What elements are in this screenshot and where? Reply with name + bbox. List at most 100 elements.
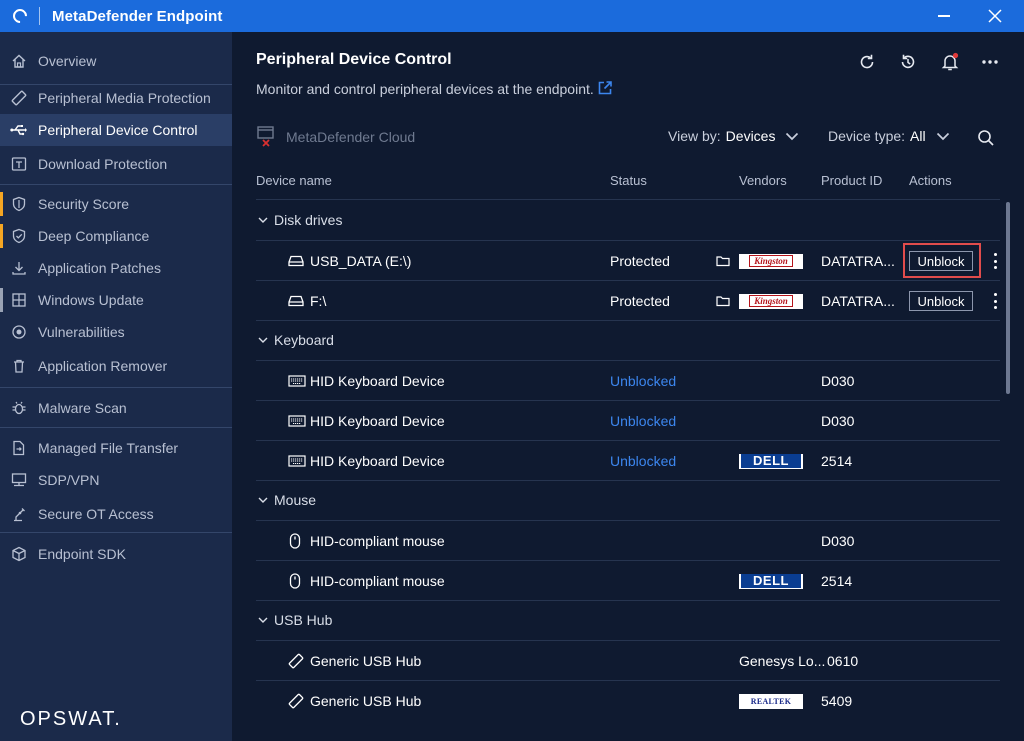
table-row[interactable]: HID Keyboard Device Unblocked DELL 2514 — [256, 441, 1000, 481]
row-more-icon[interactable] — [993, 293, 997, 309]
refresh-button[interactable] — [856, 51, 878, 73]
sidebar-item-endpoint-sdk[interactable]: Endpoint SDK — [0, 538, 232, 570]
table-row[interactable]: USB_DATA (E:\) Protected Kingston DATATR… — [256, 241, 1000, 281]
device-name: Generic USB Hub — [310, 653, 422, 669]
sidebar-divider — [0, 387, 232, 388]
column-header-vendors[interactable]: Vendors — [739, 173, 787, 188]
group-usb-hub[interactable]: USB Hub — [258, 612, 332, 628]
table-row[interactable]: F:\ Protected Kingston DATATRA... Unbloc… — [256, 281, 1000, 321]
device-name: HID-compliant mouse — [310, 573, 445, 589]
sidebar-item-download-protection[interactable]: Download Protection — [0, 148, 232, 180]
device-type-dropdown[interactable]: Device type: All — [828, 128, 950, 144]
sidebar-item-malware-scan[interactable]: Malware Scan — [0, 392, 232, 424]
view-by-dropdown[interactable]: View by: Devices — [668, 128, 799, 144]
vendor-logo-dell: DELL — [739, 561, 803, 601]
sidebar-divider — [0, 532, 232, 533]
sidebar-item-application-patches[interactable]: Application Patches — [0, 252, 232, 284]
bug-icon — [10, 399, 28, 417]
sidebar-item-label: Endpoint SDK — [38, 546, 126, 562]
usb-stick-icon — [288, 693, 306, 709]
table-row[interactable]: HID Keyboard Device Unblocked D030 — [256, 361, 1000, 401]
sidebar-item-label: SDP/VPN — [38, 472, 100, 488]
vendor-logo-kingston: Kingston — [739, 281, 803, 321]
main-panel: Peripheral Device Control Monitor and co… — [232, 32, 1024, 741]
sidebar-item-deep-compliance[interactable]: Deep Compliance — [0, 220, 232, 252]
sidebar-item-application-remover[interactable]: Application Remover — [0, 350, 232, 382]
keyboard-icon — [288, 455, 306, 467]
sidebar-item-windows-update[interactable]: Windows Update — [0, 284, 232, 316]
download-icon — [10, 259, 28, 277]
mouse-icon — [288, 533, 306, 549]
search-button[interactable] — [975, 127, 997, 149]
table-row[interactable]: HID Keyboard Device Unblocked D030 — [256, 401, 1000, 441]
external-link-icon[interactable] — [597, 80, 613, 96]
sidebar-item-label: Managed File Transfer — [38, 440, 179, 456]
bell-icon — [941, 52, 959, 71]
group-disk-drives[interactable]: Disk drives — [258, 212, 342, 228]
table-row[interactable]: HID-compliant mouse D030 — [256, 521, 1000, 561]
open-folder-icon[interactable] — [716, 281, 730, 321]
sidebar-divider — [0, 184, 232, 185]
divider — [256, 600, 1000, 601]
chevron-down-icon — [936, 132, 949, 140]
group-label: Disk drives — [274, 212, 343, 228]
close-window-button[interactable] — [972, 0, 1018, 32]
title-separator — [39, 7, 40, 25]
sidebar-item-label: Security Score — [38, 196, 130, 212]
chevron-down-icon — [786, 132, 799, 140]
view-by-value: Devices — [725, 128, 776, 144]
history-button[interactable] — [897, 51, 919, 73]
unblock-button[interactable]: Unblock — [909, 291, 973, 311]
sidebar-item-label: Malware Scan — [38, 400, 127, 416]
status-flag — [0, 288, 3, 312]
open-folder-icon[interactable] — [716, 241, 730, 281]
sidebar-item-vulnerabilities[interactable]: Vulnerabilities — [0, 316, 232, 348]
minimize-button[interactable] — [921, 0, 967, 32]
keyboard-icon — [288, 375, 306, 387]
sidebar-item-peripheral-media-protection[interactable]: Peripheral Media Protection — [0, 82, 232, 114]
column-header-actions: Actions — [909, 173, 952, 188]
cube-icon — [10, 545, 28, 563]
column-header-device-name[interactable]: Device name — [256, 173, 332, 188]
drive-icon — [288, 255, 306, 267]
device-status: Unblocked — [610, 413, 677, 429]
group-mouse[interactable]: Mouse — [258, 492, 316, 508]
divider — [256, 320, 1000, 321]
divider — [256, 199, 1000, 200]
device-name: HID-compliant mouse — [310, 533, 445, 549]
sidebar-item-label: Secure OT Access — [38, 506, 154, 522]
more-horizontal-icon — [982, 60, 998, 64]
chevron-down-icon — [258, 337, 268, 343]
vendor-logo-dell: DELL — [739, 441, 803, 481]
row-more-icon[interactable] — [993, 253, 997, 269]
mouse-icon — [288, 573, 306, 589]
table-row[interactable]: HID-compliant mouse DELL 2514 — [256, 561, 1000, 601]
device-name: HID Keyboard Device — [310, 413, 445, 429]
table-row[interactable]: Generic USB Hub REALTEK 5409 — [256, 681, 1000, 721]
column-header-product-id[interactable]: Product ID — [821, 173, 882, 188]
page-title: Peripheral Device Control — [256, 51, 452, 68]
unblock-button[interactable]: Unblock — [909, 251, 973, 271]
sidebar-item-overview[interactable]: Overview — [0, 45, 232, 77]
device-status: Unblocked — [610, 453, 677, 469]
device-status: Unblocked — [610, 373, 677, 389]
more-options-button[interactable] — [979, 51, 1001, 73]
bug-target-icon — [10, 323, 28, 341]
sidebar-item-security-score[interactable]: Security Score — [0, 188, 232, 220]
cloud-label: MetaDefender Cloud — [286, 129, 416, 145]
sidebar-item-label: Windows Update — [38, 292, 144, 308]
sidebar-item-managed-file-transfer[interactable]: Managed File Transfer — [0, 432, 232, 464]
chevron-down-icon — [258, 617, 268, 623]
group-keyboard[interactable]: Keyboard — [258, 332, 334, 348]
product-id: D030 — [821, 413, 855, 429]
device-name: USB_DATA (E:\) — [310, 253, 412, 269]
minimize-icon — [938, 15, 950, 17]
divider — [256, 480, 1000, 481]
sidebar-item-peripheral-device-control[interactable]: Peripheral Device Control — [0, 114, 232, 146]
sidebar-item-sdp-vpn[interactable]: SDP/VPN — [0, 464, 232, 496]
column-header-status[interactable]: Status — [610, 173, 647, 188]
scrollbar-thumb[interactable] — [1006, 202, 1010, 394]
table-row[interactable]: Generic USB Hub Genesys Lo... 0610 — [256, 641, 1000, 681]
sidebar-item-secure-ot-access[interactable]: Secure OT Access — [0, 498, 232, 530]
notifications-button[interactable] — [939, 51, 961, 73]
